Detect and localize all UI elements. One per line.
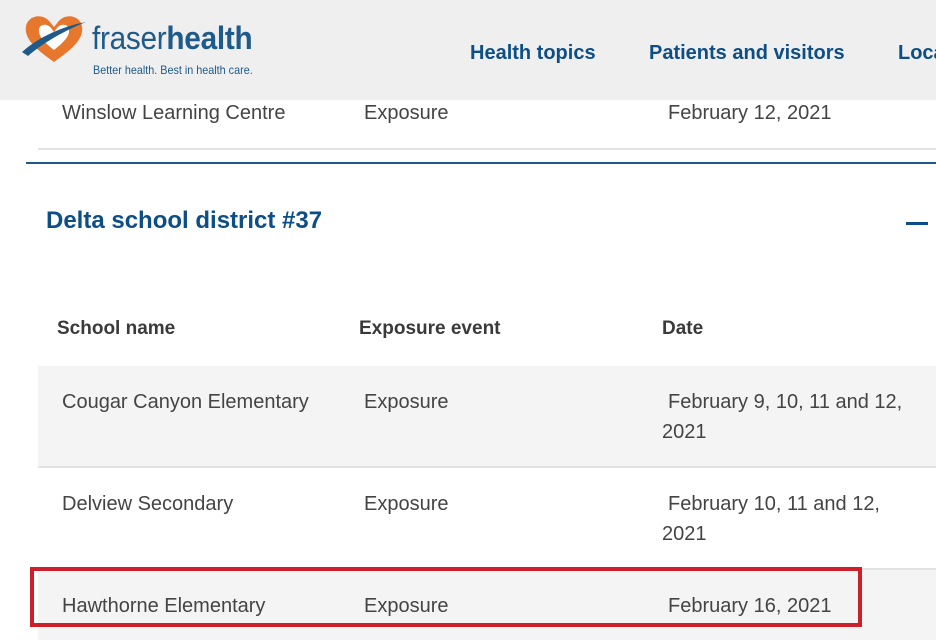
exposure-event-cell: Exposure bbox=[364, 102, 449, 124]
site-header: fraserhealth Better health. Best in heal… bbox=[0, 0, 936, 100]
table-row: Delview Secondary Exposure February 10, … bbox=[38, 468, 936, 570]
section-divider bbox=[26, 162, 936, 164]
school-name-cell: Winslow Learning Centre bbox=[62, 102, 286, 124]
logo-word-bold: health bbox=[166, 20, 253, 56]
highlight-box bbox=[30, 567, 862, 627]
date-cell: February 10, 11 and 12, 2021 bbox=[662, 493, 880, 545]
date-cell: February 9, 10, 11 and 12, 2021 bbox=[662, 391, 903, 443]
section-title[interactable]: Delta school district #37 bbox=[46, 207, 322, 235]
logo-tagline: Better health. Best in health care. bbox=[93, 63, 253, 77]
table-row: Cougar Canyon Elementary Exposure Februa… bbox=[38, 366, 936, 468]
column-header-school: School name bbox=[57, 318, 176, 339]
exposure-event-cell: Exposure bbox=[364, 493, 449, 515]
nav-locations[interactable]: Loca bbox=[898, 42, 936, 65]
nav-health-topics[interactable]: Health topics bbox=[470, 42, 596, 65]
minus-icon[interactable] bbox=[906, 222, 928, 225]
logo-wordmark: fraserhealth bbox=[92, 20, 253, 56]
heart-swoosh-logo-icon bbox=[22, 16, 86, 62]
logo-word-light: fraser bbox=[92, 20, 167, 56]
exposure-event-cell: Exposure bbox=[364, 391, 449, 413]
school-name-cell: Delview Secondary bbox=[62, 493, 234, 515]
column-header-event: Exposure event bbox=[359, 318, 501, 339]
table-header: School name Exposure event Date bbox=[38, 304, 936, 366]
fraserhealth-logo[interactable]: fraserhealth Better health. Best in heal… bbox=[20, 10, 260, 82]
column-header-date: Date bbox=[662, 318, 704, 339]
date-cell: February 12, 2021 bbox=[668, 102, 832, 124]
nav-patients-and-visitors[interactable]: Patients and visitors bbox=[649, 42, 845, 65]
school-name-cell: Cougar Canyon Elementary bbox=[62, 391, 309, 413]
